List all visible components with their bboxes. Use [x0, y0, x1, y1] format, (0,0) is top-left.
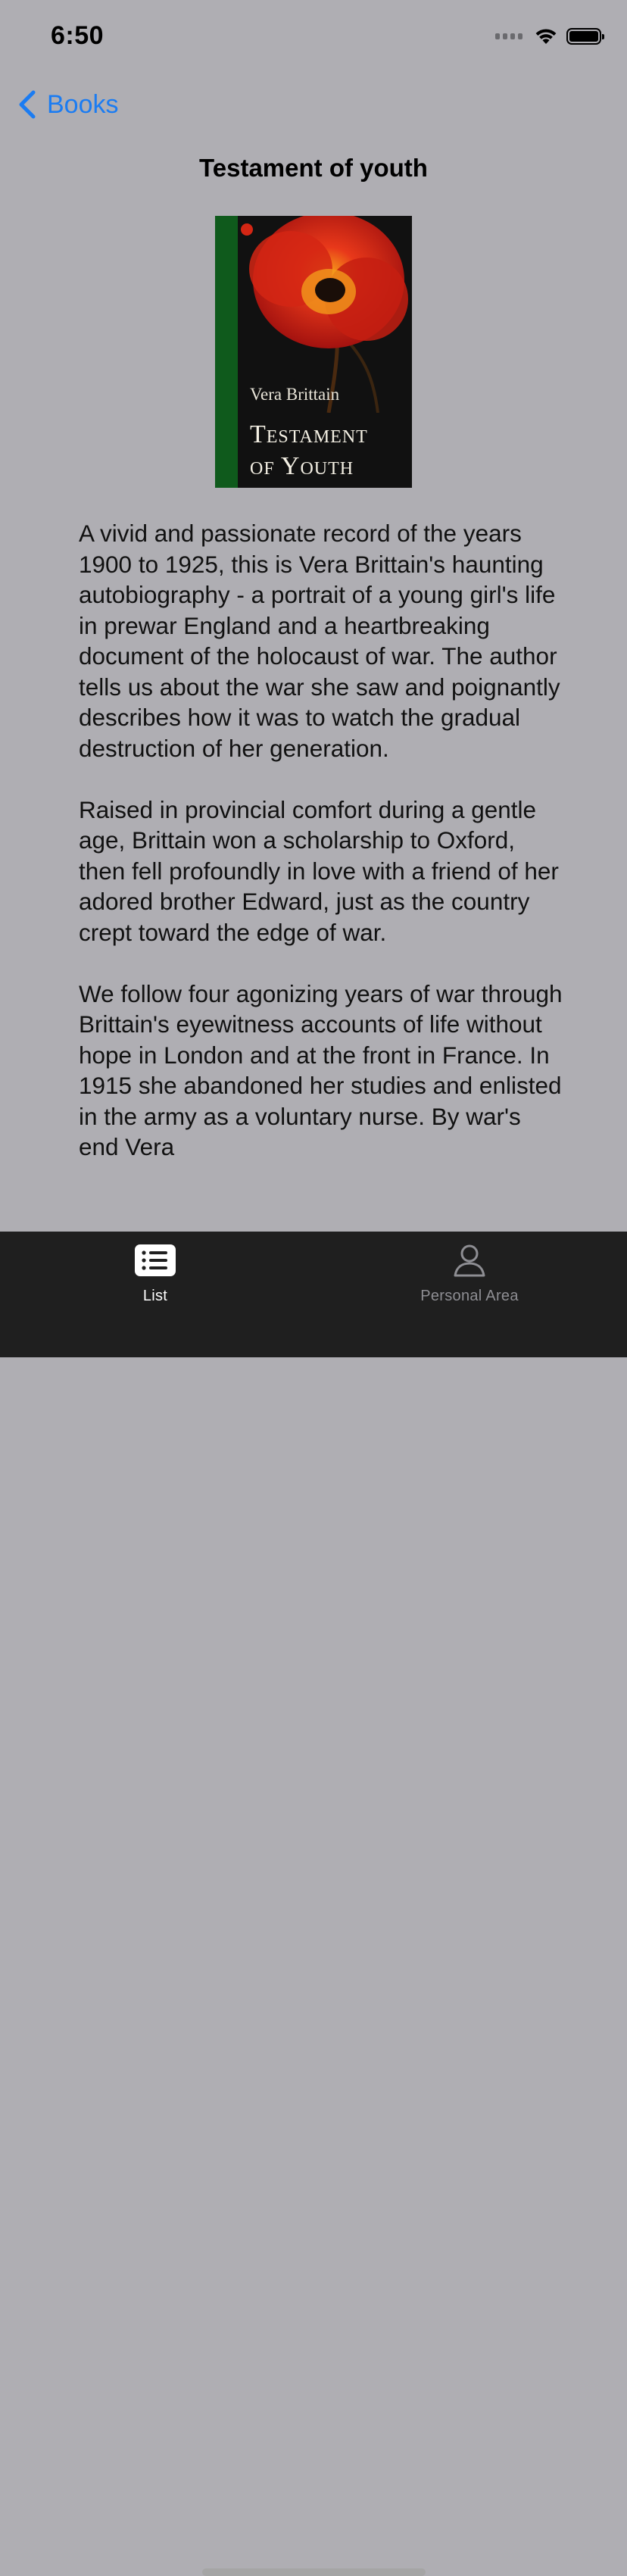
cover-title-line-1: Testament	[250, 420, 368, 448]
book-title: Testament of youth	[199, 154, 428, 182]
status-time: 6:50	[51, 21, 104, 50]
person-icon	[454, 1244, 485, 1277]
tab-bar: List Personal Area	[0, 1232, 627, 2576]
tab-list-label: List	[142, 1288, 168, 1304]
cover-spine	[215, 216, 238, 488]
status-icons	[495, 27, 604, 45]
description-paragraph: A vivid and passionate record of the yea…	[79, 520, 560, 762]
list-icon	[135, 1244, 176, 1276]
description-paragraph: Raised in provincial comfort during a ge…	[79, 795, 559, 946]
tab-personal-area-label: Personal Area	[420, 1288, 519, 1304]
cover-title: Testament of Youth	[250, 419, 409, 482]
status-bar: 6:50	[0, 0, 627, 76]
description-paragraph: We follow four agonizing years of war th…	[79, 979, 563, 1161]
back-button-label: Books	[47, 89, 119, 119]
cellular-signal-icon	[495, 33, 522, 39]
book-cover-image: Vera Brittain Testament of Youth	[215, 216, 412, 488]
battery-icon	[566, 28, 604, 45]
tab-personal-area[interactable]: Personal Area	[386, 1242, 553, 1305]
book-description: A vivid and passionate record of the yea…	[79, 518, 563, 1193]
back-button[interactable]: Books	[17, 89, 119, 120]
wifi-icon	[535, 29, 557, 44]
tab-list[interactable]: List	[72, 1242, 239, 1305]
cover-author: Vera Brittain	[250, 385, 340, 404]
chevron-left-icon	[19, 90, 36, 119]
poppy-illustration	[241, 216, 408, 413]
home-indicator[interactable]	[202, 2568, 426, 2576]
cover-title-line-2: of Youth	[250, 452, 354, 480]
